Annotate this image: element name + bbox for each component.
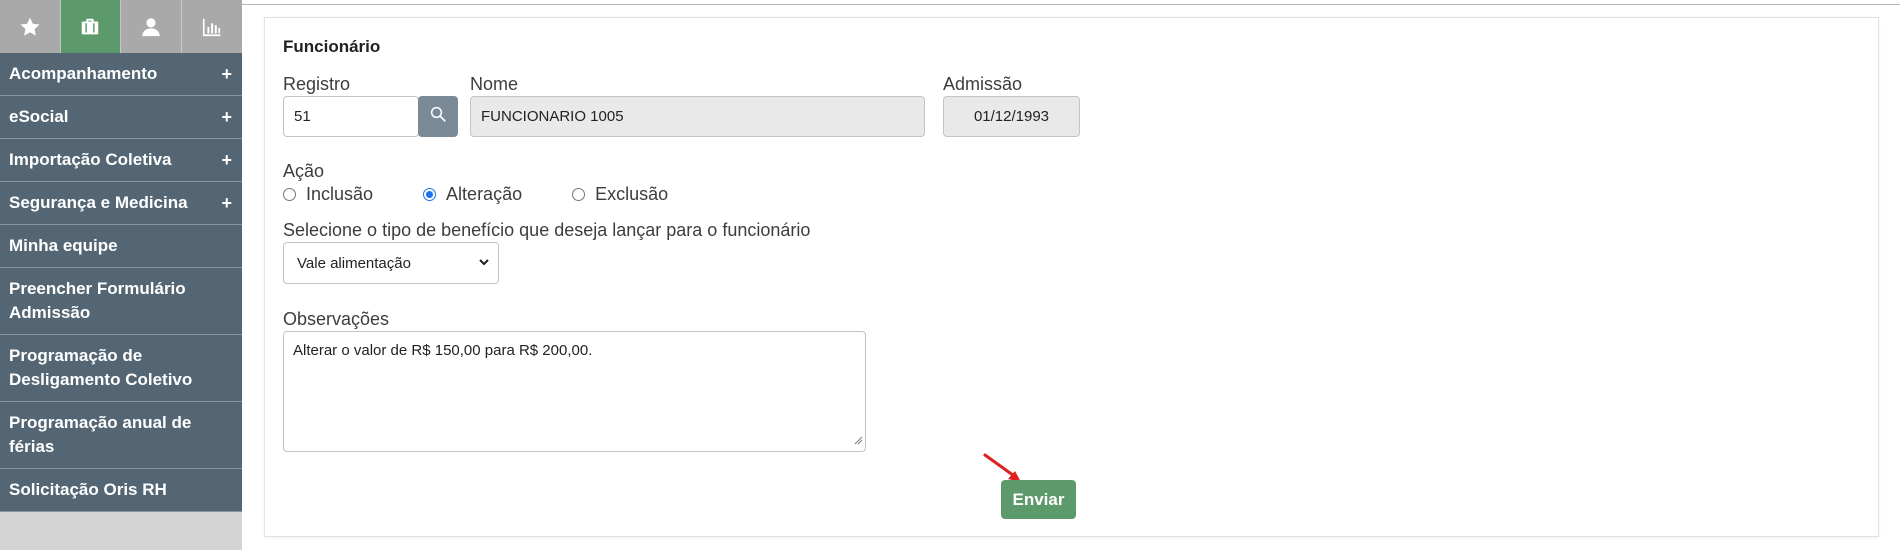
sidebar-item-seguranca-medicina[interactable]: Segurança e Medicina + <box>0 182 242 225</box>
sidebar-item-label: Programação de Desligamento Coletivo <box>9 346 193 389</box>
tab-work[interactable] <box>60 0 121 53</box>
radio-option-exclusao[interactable]: Exclusão <box>572 184 668 205</box>
sidebar-item-importacao-coletiva[interactable]: Importação Coletiva + <box>0 139 242 182</box>
sidebar-item-label: Programação anual de férias <box>9 413 192 456</box>
beneficio-selected-value: Vale alimentação <box>297 254 411 272</box>
sidebar-item-desligamento-coletivo[interactable]: Programação de Desligamento Coletivo <box>0 335 242 402</box>
tab-reports[interactable] <box>181 0 242 53</box>
acao-label: Ação <box>283 161 325 181</box>
sidebar-item-label: Preencher Formulário Admissão <box>9 279 186 322</box>
radio-option-alteracao[interactable]: Alteração <box>423 184 522 205</box>
expand-plus-icon: + <box>221 150 232 170</box>
radio-inclusao[interactable] <box>283 188 296 201</box>
briefcase-icon <box>79 16 101 38</box>
submit-button[interactable]: Enviar <box>1001 480 1076 519</box>
sidebar-item-oris-rh[interactable]: Solicitação Oris RH <box>0 469 242 512</box>
beneficio-label: Selecione o tipo de benefício que deseja… <box>283 220 811 240</box>
radio-exclusao[interactable] <box>572 188 586 201</box>
top-divider <box>242 4 1900 5</box>
chevron-down-icon <box>478 255 490 272</box>
sidebar-item-label: Segurança e Medicina <box>9 193 188 212</box>
admissao-field <box>943 96 1080 137</box>
radio-label-exclusao: Exclusão <box>595 184 669 204</box>
employee-form-card: Funcionário Registro Nome Admissão Ação … <box>264 17 1879 537</box>
sidebar-icon-tabs <box>0 0 242 53</box>
sidebar-item-label: Solicitação Oris RH <box>9 480 167 499</box>
resize-grip-icon[interactable] <box>853 432 863 449</box>
sidebar-item-label: Acompanhamento <box>9 64 158 83</box>
nome-field <box>470 96 925 137</box>
sidebar-item-preencher-formulario[interactable]: Preencher Formulário Admissão <box>0 268 242 335</box>
radio-label-alteracao: Alteração <box>446 184 523 204</box>
search-employee-button[interactable] <box>418 96 458 137</box>
expand-plus-icon: + <box>221 64 232 84</box>
sidebar-item-acompanhamento[interactable]: Acompanhamento + <box>0 53 242 96</box>
user-icon <box>140 16 162 38</box>
bar-chart-icon <box>201 16 223 38</box>
expand-plus-icon: + <box>221 107 232 127</box>
search-icon <box>429 105 447 128</box>
sidebar-item-esocial[interactable]: eSocial + <box>0 96 242 139</box>
observacoes-text: Alterar o valor de R$ 150,00 para R$ 200… <box>293 342 593 359</box>
observacoes-label: Observações <box>283 309 390 329</box>
radio-label-inclusao: Inclusão <box>306 184 374 204</box>
radio-alteracao[interactable] <box>423 188 437 201</box>
observacoes-textarea[interactable]: Alterar o valor de R$ 150,00 para R$ 200… <box>283 331 866 452</box>
sidebar-item-label: Importação Coletiva <box>9 150 172 169</box>
nome-label: Nome <box>470 74 519 94</box>
sidebar-menu: Acompanhamento + eSocial + Importação Co… <box>0 53 242 512</box>
star-icon <box>19 16 41 38</box>
section-title: Funcionário <box>283 37 381 56</box>
acao-radio-group: Inclusão Alteração Exclusão <box>283 184 718 205</box>
sidebar-item-label: eSocial <box>9 107 69 126</box>
tab-profile[interactable] <box>121 0 182 53</box>
sidebar-item-minha-equipe[interactable]: Minha equipe <box>0 225 242 268</box>
radio-option-inclusao[interactable]: Inclusão <box>283 184 373 205</box>
beneficio-select[interactable]: Vale alimentação <box>283 242 499 284</box>
registro-input[interactable] <box>283 96 419 137</box>
sidebar-item-label: Minha equipe <box>9 236 118 255</box>
registro-label: Registro <box>283 74 351 94</box>
tab-favorites[interactable] <box>0 0 61 53</box>
sidebar-item-ferias[interactable]: Programação anual de férias <box>0 402 242 469</box>
sidebar: Acompanhamento + eSocial + Importação Co… <box>0 0 242 550</box>
admissao-label: Admissão <box>943 74 1023 94</box>
expand-plus-icon: + <box>221 193 232 213</box>
